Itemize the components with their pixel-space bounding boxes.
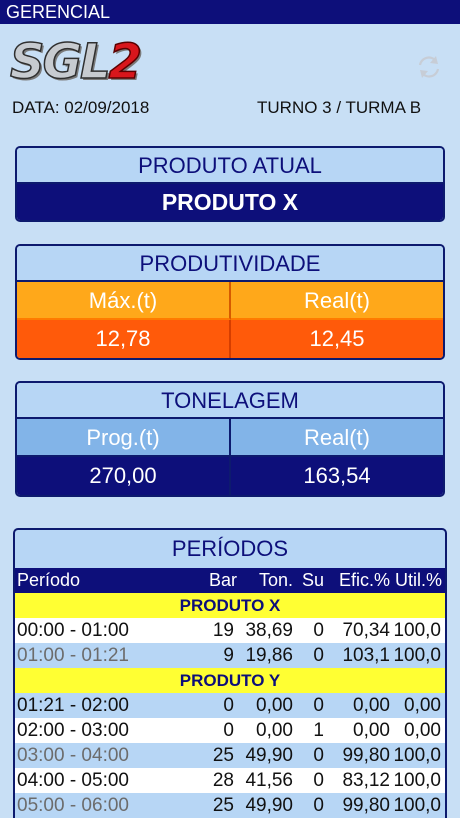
cell-efic: 70,34 [342, 620, 390, 641]
cell-periodo: 02:00 - 03:00 [17, 720, 129, 741]
periodos-title: PERÍODOS [171, 536, 289, 561]
table-row[interactable]: 02:00 - 03:00 0 0,00 1 0,00 0,00 [15, 718, 445, 743]
cell-util: 0,00 [404, 695, 441, 716]
cell-bar: 9 [223, 645, 234, 666]
cell-util: 0,00 [404, 720, 441, 741]
shift-label: TURNO 3 / TURMA B [257, 98, 422, 117]
cell-su: 0 [313, 695, 324, 716]
cell-bar: 25 [212, 745, 234, 766]
cell-periodo: 04:00 - 05:00 [17, 770, 129, 791]
cell-bar: 19 [212, 620, 234, 641]
top-bar-title: GERENCIAL [6, 2, 111, 22]
cell-periodo: 03:00 - 04:00 [17, 745, 129, 766]
refresh-icon[interactable] [414, 52, 444, 82]
col-util: Util.% [394, 570, 442, 590]
tonelagem-real-value: 163,54 [231, 457, 443, 495]
cell-su: 0 [313, 620, 324, 641]
produtividade-real-value: 12,45 [231, 320, 443, 358]
produtividade-real-label: Real(t) [231, 282, 443, 320]
cell-ton: 49,90 [245, 745, 293, 766]
cell-periodo: 01:21 - 02:00 [17, 695, 129, 716]
cell-efic: 99,80 [342, 795, 390, 816]
tonelagem-card: TONELAGEM Prog.(t) Real(t) 270,00 163,54 [15, 381, 445, 497]
cell-ton: 49,90 [245, 795, 293, 816]
cell-efic: 103,1 [342, 645, 390, 666]
logo-text: SGL [9, 34, 111, 90]
produtividade-max-value: 12,78 [17, 320, 231, 358]
produtividade-card: PRODUTIVIDADE Máx.(t) Real(t) 12,78 12,4… [15, 244, 445, 360]
cell-efic: 99,80 [342, 745, 390, 766]
cell-ton: 41,56 [245, 770, 293, 791]
tonelagem-real-label: Real(t) [231, 419, 443, 457]
cell-efic: 0,00 [353, 720, 390, 741]
cell-util: 100,0 [393, 745, 441, 766]
cell-su: 0 [313, 795, 324, 816]
cell-util: 100,0 [393, 645, 441, 666]
periodos-header-row: Período Bar Ton. Su Efic.% Util.% [15, 568, 445, 593]
produto-atual-value: PRODUTO X [17, 184, 443, 220]
tonelagem-prog-value: 270,00 [17, 457, 231, 495]
cell-bar: 0 [223, 720, 234, 741]
table-row[interactable]: 04:00 - 05:00 28 41,56 0 83,12 100,0 [15, 768, 445, 793]
cell-util: 100,0 [393, 620, 441, 641]
cell-periodo: 00:00 - 01:00 [17, 620, 129, 641]
cell-bar: 28 [212, 770, 234, 791]
date-label: DATA: 02/09/2018 [12, 98, 150, 117]
table-row[interactable]: 05:00 - 06:00 25 49,90 0 99,80 100,0 [15, 793, 445, 818]
col-efic: Efic.% [338, 570, 390, 590]
col-su: Su [301, 570, 324, 590]
col-ton: Ton. [258, 570, 293, 590]
cell-util: 100,0 [393, 795, 441, 816]
group-row: PRODUTO X [15, 593, 445, 618]
cell-bar: 25 [212, 795, 234, 816]
cell-bar: 0 [223, 695, 234, 716]
cell-efic: 0,00 [353, 695, 390, 716]
cell-ton: 0,00 [256, 695, 293, 716]
tonelagem-title: TONELAGEM [17, 383, 443, 419]
table-row[interactable]: 01:21 - 02:00 0 0,00 0 0,00 0,00 [15, 693, 445, 718]
produtividade-title: PRODUTIVIDADE [17, 246, 443, 282]
cell-su: 0 [313, 645, 324, 666]
cell-ton: 0,00 [256, 720, 293, 741]
cell-util: 100,0 [393, 770, 441, 791]
cell-su: 0 [313, 770, 324, 791]
sgl2-logo: SGL2 [9, 34, 150, 90]
cell-efic: 83,12 [342, 770, 390, 791]
cell-su: 1 [313, 720, 324, 741]
produto-atual-title: PRODUTO ATUAL [17, 148, 443, 184]
produto-atual-card: PRODUTO ATUAL PRODUTO X [15, 146, 445, 222]
cell-periodo: 01:00 - 01:21 [17, 645, 129, 666]
col-periodo: Período [17, 570, 81, 590]
table-row[interactable]: 01:00 - 01:21 9 19,86 0 103,1 100,0 [15, 643, 445, 668]
table-row[interactable]: 03:00 - 04:00 25 49,90 0 99,80 100,0 [15, 743, 445, 768]
logo-number: 2 [108, 34, 143, 90]
periodos-table[interactable]: PERÍODOS Período Bar Ton. Su Efic.% Util… [13, 528, 447, 818]
cell-ton: 38,69 [245, 620, 293, 641]
produtividade-max-label: Máx.(t) [17, 282, 231, 320]
cell-ton: 19,86 [245, 645, 293, 666]
tonelagem-prog-label: Prog.(t) [17, 419, 231, 457]
cell-su: 0 [313, 745, 324, 766]
cell-periodo: 05:00 - 06:00 [17, 795, 129, 816]
table-row[interactable]: 00:00 - 01:00 19 38,69 0 70,34 100,0 [15, 618, 445, 643]
col-bar: Bar [208, 570, 237, 590]
top-bar: GERENCIAL [0, 0, 460, 24]
group-row: PRODUTO Y [15, 668, 445, 693]
